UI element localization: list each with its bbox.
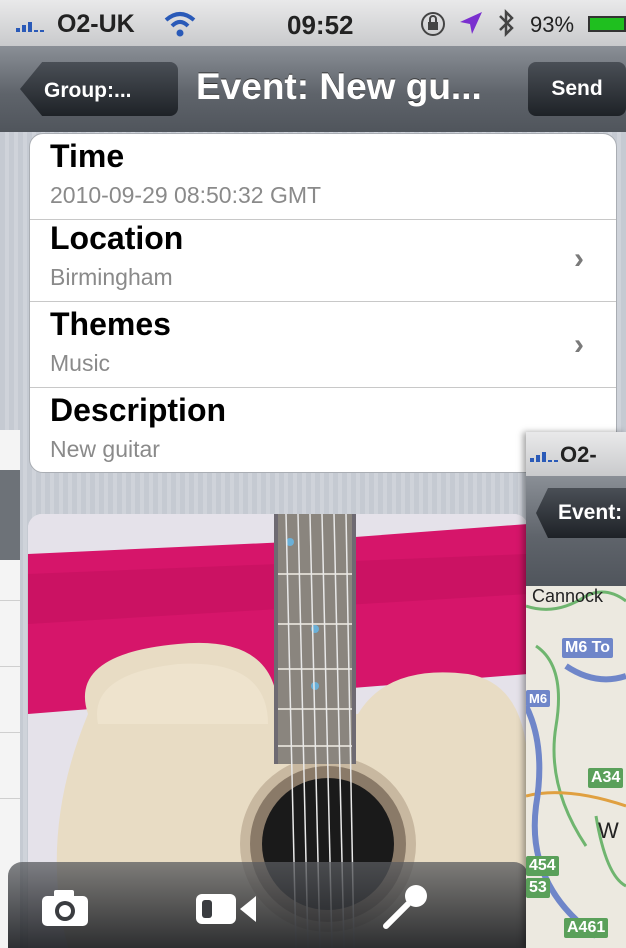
row-label: Time (50, 138, 125, 174)
bluetooth-icon (499, 8, 514, 38)
table-row-time: Time 2010-09-29 08:50:32 GMT (30, 134, 616, 220)
row-label: Location (50, 220, 184, 256)
table-row-themes[interactable]: Themes Music › (30, 302, 616, 388)
map-navigation-bar: Event: (526, 476, 626, 586)
row-label: Themes (50, 306, 171, 342)
map-road-label: 454 (526, 856, 559, 876)
row-value: Music (50, 350, 111, 376)
signal-icon (530, 452, 558, 462)
map-road-label: A461 (564, 918, 609, 938)
page-title: Event: New gu... (196, 66, 482, 107)
map-place-label: Cannock (532, 586, 604, 606)
map-back-label: Event: (558, 501, 623, 524)
camera-icon[interactable] (40, 888, 90, 928)
row-label: Description (50, 392, 227, 428)
battery-percent: 93% (530, 12, 575, 37)
video-camera-icon[interactable] (194, 888, 260, 928)
event-details-table: Time 2010-09-29 08:50:32 GMT Location Bi… (29, 133, 617, 473)
map-place-label: W (598, 818, 619, 843)
map-road-label: M6 (526, 690, 551, 707)
battery-icon (588, 16, 626, 32)
status-bar: O2-UK 09:52 93% (0, 0, 626, 46)
map-road-label: 53 (526, 878, 550, 898)
media-toolbar (8, 862, 528, 948)
map-carrier-label: O2- (560, 442, 597, 467)
row-value: New guitar (50, 436, 160, 462)
back-button[interactable]: Group:... (20, 62, 178, 116)
map-road-label: A34 (588, 768, 624, 788)
row-value: Birmingham (50, 264, 173, 290)
microphone-icon[interactable] (380, 882, 430, 932)
back-button-label: Group:... (44, 79, 132, 102)
wifi-icon (164, 12, 196, 37)
map-status-bar: O2- (526, 432, 626, 476)
chevron-right-icon: › (574, 242, 584, 275)
map-screen-preview[interactable]: O2- Event: Cannock W M6 To M6 A34 454 53… (526, 432, 626, 948)
rotation-lock-icon (421, 12, 445, 36)
map-back-button[interactable]: Event: (536, 488, 626, 538)
table-row-location[interactable]: Location Birmingham › (30, 216, 616, 302)
row-value: 2010-09-29 08:50:32 GMT (50, 182, 322, 208)
map-view[interactable]: Cannock W M6 To M6 A34 454 53 A461 (526, 586, 626, 948)
signal-icon (16, 22, 44, 33)
carrier-label: O2-UK (16, 10, 135, 39)
chevron-right-icon: › (574, 328, 584, 361)
send-button[interactable]: Send (528, 62, 626, 116)
map-road-label: M6 To (562, 638, 614, 658)
location-arrow-icon (460, 12, 482, 34)
clock: 09:52 (287, 10, 354, 40)
navigation-bar: Group:... Event: New gu... Send (0, 46, 626, 132)
